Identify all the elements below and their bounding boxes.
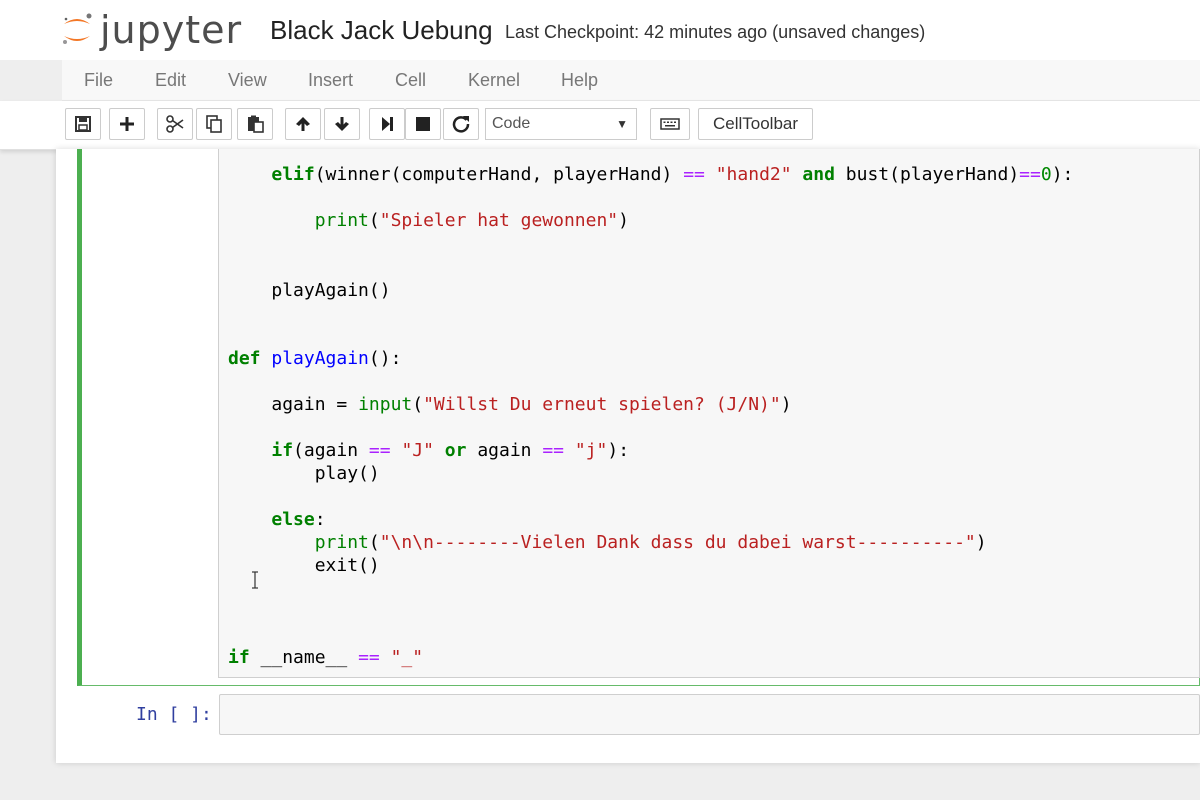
- arrow-up-icon: [296, 117, 310, 131]
- copy-icon: [206, 115, 222, 133]
- text-cursor-icon: [252, 571, 258, 589]
- menu-edit[interactable]: Edit: [155, 60, 186, 100]
- jupyter-logo[interactable]: jupyter: [60, 8, 242, 52]
- interrupt-button[interactable]: [405, 108, 441, 140]
- code-line: else:: [271, 509, 326, 530]
- restart-icon: [452, 116, 470, 133]
- caret-down-icon: ▼: [616, 117, 628, 131]
- code-line: def playAgain():: [228, 348, 402, 369]
- checkpoint-status: Last Checkpoint: 42 minutes ago (unsaved…: [505, 22, 926, 42]
- menu-kernel[interactable]: Kernel: [468, 60, 520, 100]
- move-down-button[interactable]: [324, 108, 360, 140]
- code-line: if(again == "J" or again == "j"):: [271, 440, 630, 461]
- logo-text: jupyter: [100, 8, 243, 52]
- cell-type-select[interactable]: Code ▼: [485, 108, 637, 140]
- cut-button[interactable]: [157, 108, 193, 140]
- arrow-down-icon: [335, 117, 349, 131]
- jupyter-logo-icon: [63, 13, 92, 44]
- run-step-icon: [382, 117, 393, 131]
- command-palette-button[interactable]: [650, 108, 690, 140]
- empty-cell-input[interactable]: [219, 694, 1200, 735]
- code-line: print("\n\n--------Vielen Dank dass du d…: [314, 532, 987, 553]
- code-line: elif(winner(computerHand, playerHand) ==…: [271, 164, 1074, 185]
- menu-view[interactable]: View: [228, 60, 267, 100]
- keyboard-icon: [660, 118, 680, 130]
- paste-icon: [248, 115, 264, 133]
- menu-cell[interactable]: Cell: [395, 60, 426, 100]
- notebook-title[interactable]: Black Jack Uebung: [270, 14, 493, 46]
- plus-icon: [120, 117, 134, 131]
- save-icon: [75, 116, 91, 132]
- code-line: if __name__ == "_": [228, 647, 424, 668]
- menu-insert[interactable]: Insert: [308, 60, 353, 100]
- code-line: print("Spieler hat gewonnen"): [314, 210, 629, 231]
- code-line: again = input("Willst Du erneut spielen?…: [271, 394, 792, 415]
- menu-file[interactable]: File: [84, 60, 113, 100]
- menu-help[interactable]: Help: [561, 60, 598, 100]
- stop-icon: [416, 117, 430, 131]
- restart-button[interactable]: [443, 108, 479, 140]
- copy-button[interactable]: [196, 108, 232, 140]
- save-button[interactable]: [65, 108, 101, 140]
- header: jupyter Black Jack Uebung Last Checkpoin…: [0, 0, 1200, 60]
- scissors-icon: [166, 115, 184, 133]
- cell-type-value: Code: [492, 115, 531, 132]
- menubar: File Edit View Insert Cell Kernel Help: [62, 60, 1200, 101]
- paste-button[interactable]: [237, 108, 273, 140]
- insert-cell-button[interactable]: [109, 108, 145, 140]
- move-up-button[interactable]: [285, 108, 321, 140]
- run-button[interactable]: [369, 108, 405, 140]
- celltoolbar-button[interactable]: CellToolbar: [698, 108, 813, 140]
- code-line: play(): [314, 463, 380, 484]
- cell-prompt: In [ ]:: [136, 704, 212, 725]
- code-line: playAgain(): [271, 280, 391, 301]
